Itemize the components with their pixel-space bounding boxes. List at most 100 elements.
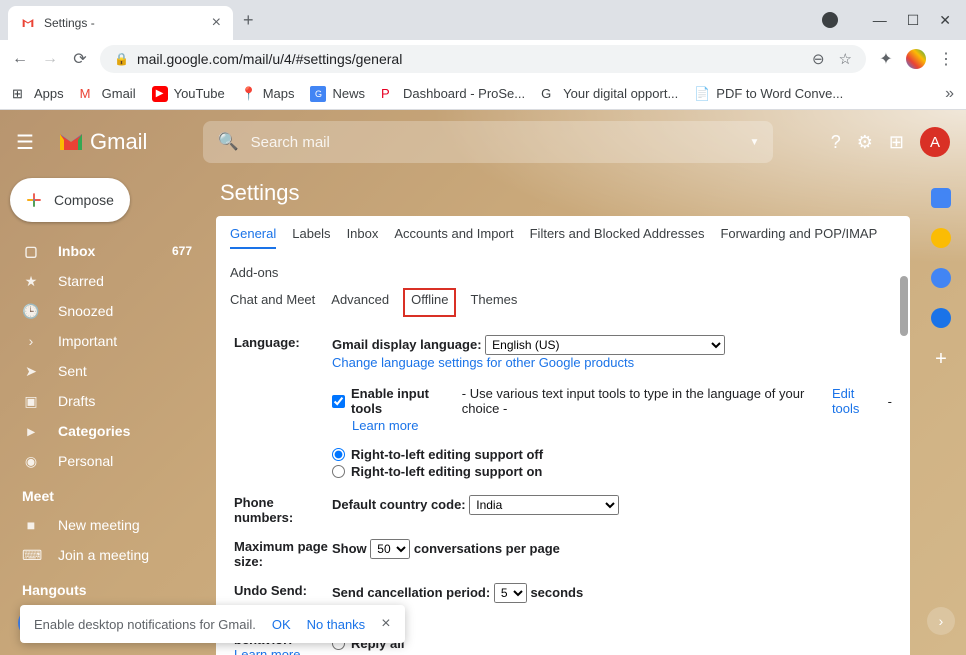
search-bar[interactable]: 🔍 ▼ (203, 121, 773, 163)
main-menu-icon[interactable]: ☰ (16, 130, 40, 155)
country-code-select[interactable]: India (469, 495, 619, 515)
learn-more-link[interactable]: Learn more (352, 418, 418, 433)
contacts-icon[interactable] (931, 308, 951, 328)
rtl-on-radio[interactable] (332, 465, 345, 478)
apps-grid-icon[interactable]: ⊞ (889, 132, 904, 153)
back-button[interactable]: ← (10, 49, 30, 69)
gmail-sidebar: Compose ▢Inbox677 ★Starred 🕒Snoozed ›Imp… (0, 174, 202, 655)
compose-plus-icon (24, 190, 44, 210)
gmail-app: ☰ Gmail 🔍 ▼ ? ⚙ ⊞ A Compose ▢Inbox677 ★S… (0, 110, 966, 655)
apps-icon: ⊞ (12, 86, 28, 102)
sidebar-item-important[interactable]: ›Important (0, 326, 202, 356)
extensions-icon[interactable]: ✦ (876, 49, 896, 69)
bookmark-digital[interactable]: GYour digital opport... (541, 86, 678, 102)
undo-period-select[interactable]: 5 (494, 583, 527, 603)
expand-panel-icon[interactable]: › (927, 607, 955, 635)
forward-button[interactable]: → (40, 49, 60, 69)
browser-tab[interactable]: Settings - × (8, 6, 233, 40)
rtl-off-radio[interactable] (332, 448, 345, 461)
sidebar-item-snoozed[interactable]: 🕒Snoozed (0, 296, 202, 326)
search-icon: 🔍 (217, 132, 238, 152)
close-tab-icon[interactable]: × (212, 14, 221, 32)
url-text: mail.google.com/mail/u/4/#settings/gener… (137, 51, 402, 67)
page-size-select[interactable]: 50 (370, 539, 410, 559)
google-icon: G (541, 86, 557, 102)
star-icon[interactable]: ☆ (839, 50, 852, 68)
bookmark-youtube[interactable]: ▶YouTube (152, 86, 225, 102)
profile-avatar[interactable] (906, 49, 926, 69)
zoom-icon[interactable]: ⊖ (812, 50, 825, 68)
sidebar-item-sent[interactable]: ➤Sent (0, 356, 202, 386)
drafts-icon: ▣ (22, 393, 40, 410)
bookmark-pdf[interactable]: 📄PDF to Word Conve... (694, 86, 843, 102)
maps-icon: 📍 (241, 86, 257, 102)
meet-heading: Meet (0, 476, 202, 510)
sidebar-item-starred[interactable]: ★Starred (0, 266, 202, 296)
enable-input-tools-checkbox[interactable] (332, 395, 345, 408)
maximize-button[interactable]: ☐ (907, 12, 920, 29)
tab-offline[interactable]: Offline (403, 288, 456, 317)
support-icon[interactable]: ? (831, 132, 841, 153)
reload-button[interactable]: ⟳ (70, 49, 90, 69)
scrollbar[interactable] (900, 276, 908, 336)
side-panel: + › (916, 174, 966, 655)
settings-tabs: General Labels Inbox Accounts and Import… (216, 216, 910, 286)
gmail-favicon (20, 15, 36, 31)
calendar-icon[interactable] (931, 188, 951, 208)
change-lang-link[interactable]: Change language settings for other Googl… (332, 355, 634, 370)
tasks-icon[interactable] (931, 268, 951, 288)
label-icon: ◉ (22, 453, 40, 470)
sidebar-item-drafts[interactable]: ▣Drafts (0, 386, 202, 416)
tab-filters[interactable]: Filters and Blocked Addresses (530, 226, 705, 249)
minimize-button[interactable]: — (873, 12, 887, 29)
compose-button[interactable]: Compose (10, 178, 130, 222)
bookmarks-overflow[interactable]: » (945, 85, 954, 103)
tab-accounts[interactable]: Accounts and Import (394, 226, 513, 249)
browser-tab-strip: Settings - × + — ☐ ✕ (0, 0, 966, 40)
settings-panel: Settings General Labels Inbox Accounts a… (202, 174, 916, 655)
bookmark-apps[interactable]: ⊞Apps (12, 86, 64, 102)
tab-advanced[interactable]: Advanced (331, 292, 389, 313)
tab-themes[interactable]: Themes (470, 292, 517, 313)
settings-gear-icon[interactable]: ⚙ (857, 132, 873, 153)
edit-tools-link[interactable]: Edit tools (832, 386, 882, 416)
tab-title: Settings - (44, 16, 204, 30)
tab-inbox[interactable]: Inbox (347, 226, 379, 249)
inbox-icon: ▢ (22, 243, 40, 260)
close-window-button[interactable]: ✕ (939, 12, 951, 29)
reply-learn-more-link[interactable]: Learn more (234, 647, 300, 655)
sidebar-item-categories[interactable]: ▸Categories (0, 416, 202, 446)
tab-chat-meet[interactable]: Chat and Meet (230, 292, 315, 313)
add-addon-icon[interactable]: + (935, 348, 947, 371)
address-bar[interactable]: 🔒 mail.google.com/mail/u/4/#settings/gen… (100, 45, 866, 73)
sidebar-item-personal[interactable]: ◉Personal (0, 446, 202, 476)
compose-label: Compose (54, 192, 114, 208)
bookmark-maps[interactable]: 📍Maps (241, 86, 295, 102)
toast-ok-button[interactable]: OK (272, 617, 291, 632)
youtube-icon: ▶ (152, 86, 168, 102)
keep-icon[interactable] (931, 228, 951, 248)
clock-icon: 🕒 (22, 303, 40, 320)
new-tab-button[interactable]: + (243, 10, 254, 31)
sidebar-join-meeting[interactable]: ⌨Join a meeting (0, 540, 202, 570)
bookmark-dashboard[interactable]: PDashboard - ProSe... (381, 86, 525, 102)
display-language-select[interactable]: English (US) (485, 335, 725, 355)
important-icon: › (22, 333, 40, 349)
toast-close-icon[interactable]: × (381, 615, 390, 633)
tab-addons[interactable]: Add-ons (230, 265, 278, 286)
language-label: Language: (234, 335, 332, 481)
tab-general[interactable]: General (230, 226, 276, 249)
chrome-menu-icon[interactable]: ⋮ (936, 49, 956, 69)
gmail-logo[interactable]: Gmail (58, 129, 147, 155)
sidebar-new-meeting[interactable]: ■New meeting (0, 510, 202, 540)
account-avatar[interactable]: A (920, 127, 950, 157)
toast-no-button[interactable]: No thanks (307, 617, 366, 632)
tab-labels[interactable]: Labels (292, 226, 330, 249)
search-input[interactable] (251, 134, 738, 151)
gmail-icon: M (80, 86, 96, 102)
search-options-icon[interactable]: ▼ (750, 137, 760, 148)
sidebar-item-inbox[interactable]: ▢Inbox677 (0, 236, 202, 266)
bookmark-news[interactable]: GNews (310, 86, 365, 102)
bookmark-gmail[interactable]: MGmail (80, 86, 136, 102)
tab-forwarding[interactable]: Forwarding and POP/IMAP (720, 226, 877, 249)
